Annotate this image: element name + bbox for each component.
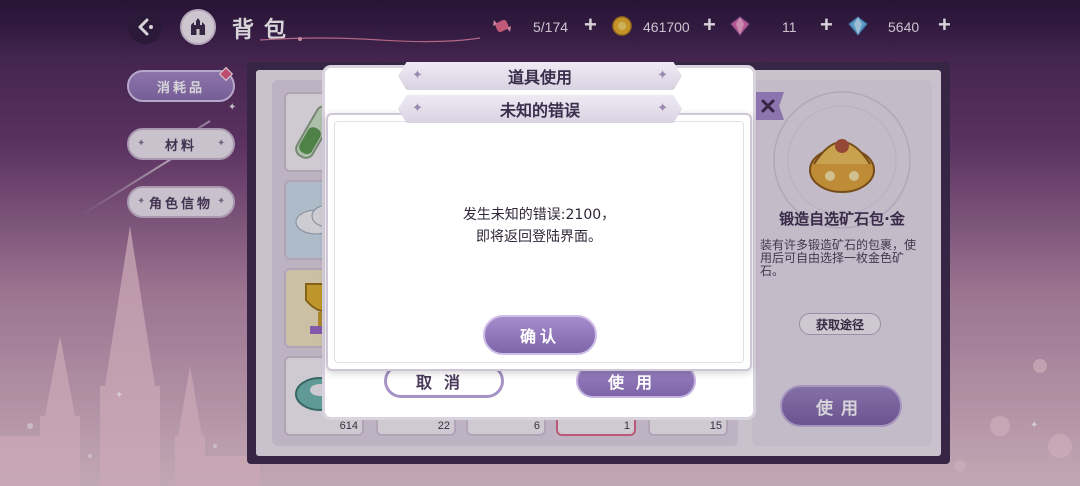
- item-count: 1: [623, 420, 630, 432]
- tab-consumables[interactable]: 消耗品: [127, 66, 235, 102]
- resource-pink-diamond: 11: [782, 19, 797, 35]
- item-count: 6: [533, 420, 540, 432]
- item-use-dialog-title: ✦ 道具使用 ✦: [398, 62, 682, 90]
- resource-gold: 461700: [643, 19, 690, 35]
- gold-coin-icon: [612, 16, 632, 36]
- sparkle: ✦: [115, 390, 124, 401]
- ore-pack-icon: [809, 139, 875, 193]
- tab-character-tokens[interactable]: ✦ 角色信物 ✦: [127, 186, 235, 218]
- confirm-button[interactable]: 确认: [483, 315, 597, 355]
- sparkle-icon: ✦: [137, 138, 149, 149]
- add-blue-diamond-button[interactable]: +: [938, 12, 951, 38]
- blue-diamond-icon: [848, 16, 868, 36]
- star-ornament-icon: ✦: [657, 101, 668, 116]
- add-gold-button[interactable]: +: [703, 12, 716, 38]
- item-count: 22: [437, 420, 450, 432]
- star-ornament-icon: ✦: [412, 101, 423, 116]
- tab-label: 材料: [164, 138, 197, 154]
- add-candy-button[interactable]: +: [584, 12, 597, 38]
- castle-silhouette: [0, 226, 260, 486]
- item-count: 614: [339, 420, 358, 432]
- detail-use-button[interactable]: 使用: [780, 385, 902, 427]
- home-button[interactable]: [180, 9, 216, 45]
- acquire-source-button[interactable]: 获取途径: [799, 313, 881, 335]
- sparkle-icon: ✦: [217, 138, 229, 149]
- dialog-title-text: 道具使用: [507, 68, 572, 87]
- error-message-line: 发生未知的错误:2100，: [462, 207, 616, 223]
- castle-home-icon: [191, 18, 205, 35]
- top-bar: 背包 5/174 + 461700 + 11 + 5640 +: [0, 0, 1080, 56]
- pink-diamond-icon: [730, 16, 750, 36]
- title-ornament: [260, 37, 480, 43]
- resource-candy: 5/174: [533, 19, 569, 35]
- error-message: 发生未知的错误:2100， 即将返回登陆界面。: [340, 204, 738, 248]
- item-description: 装有许多锻造矿石的包裹，使用后可自由选择一枚金色矿石。: [760, 238, 917, 278]
- tab-label: 角色信物: [148, 196, 213, 212]
- error-message-line: 即将返回登陆界面。: [476, 229, 602, 245]
- close-icon: [761, 99, 775, 113]
- decor-dots: [954, 359, 1072, 472]
- dialog-title-text: 未知的错误: [499, 101, 580, 120]
- tab-materials[interactable]: ✦ 材料 ✦: [127, 128, 235, 160]
- star-ornament-icon: ✦: [412, 68, 423, 83]
- add-pink-diamond-button[interactable]: +: [820, 12, 833, 38]
- star-ornament-icon: ✦: [657, 68, 668, 83]
- sparkle: ✦: [228, 102, 237, 113]
- item-count: 15: [709, 420, 722, 432]
- sparkle: ✦: [1030, 420, 1039, 431]
- back-arrow-icon: [138, 18, 153, 36]
- resource-blue-diamond: 5640: [888, 19, 920, 35]
- tab-label: 消耗品: [156, 80, 205, 96]
- sparkle-icon: ✦: [217, 196, 229, 207]
- error-dialog-title: ✦ 未知的错误 ✦: [398, 95, 682, 123]
- back-button[interactable]: [128, 10, 162, 44]
- sparkle-icon: ✦: [137, 196, 149, 207]
- candy-icon: [493, 19, 511, 33]
- item-name: 锻造自选矿石包·金: [779, 210, 905, 228]
